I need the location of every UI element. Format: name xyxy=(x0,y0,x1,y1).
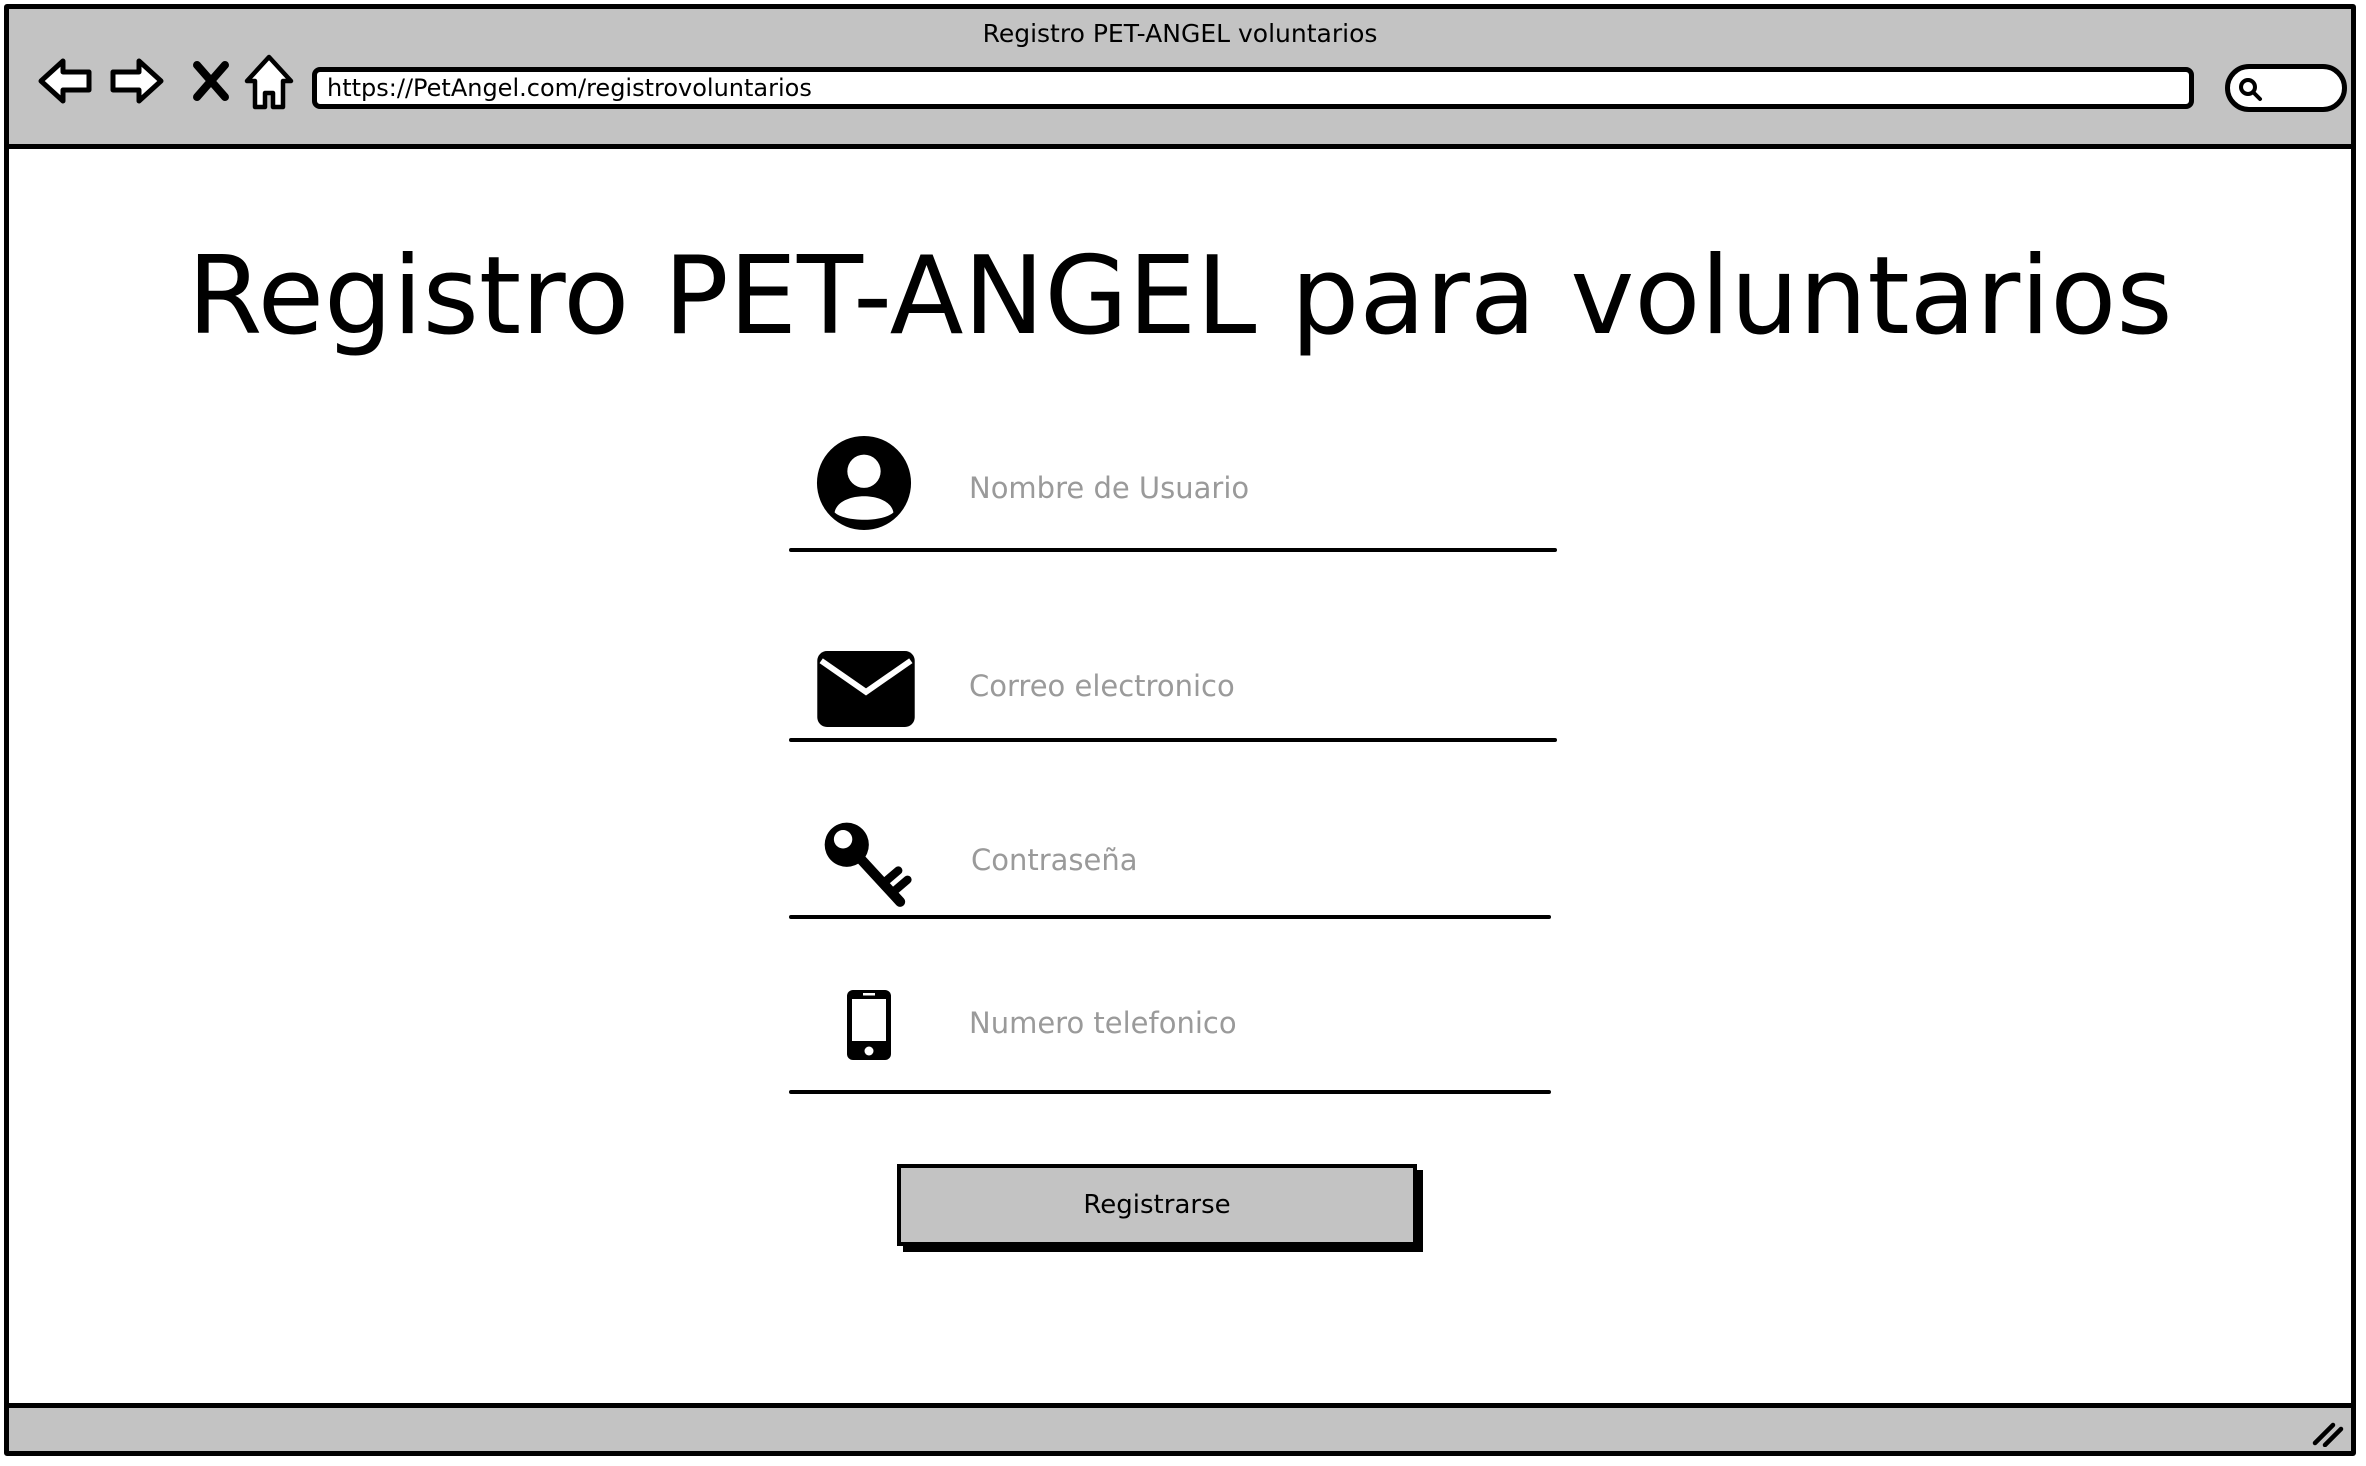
back-arrow-icon[interactable] xyxy=(35,51,95,111)
window-title: Registro PET-ANGEL voluntarios xyxy=(982,19,1378,48)
username-field[interactable]: Nombre de Usuario xyxy=(789,429,1559,559)
email-placeholder: Correo electronico xyxy=(969,669,1235,703)
close-x-icon[interactable] xyxy=(181,51,241,111)
page-title: Registro PET-ANGEL para voluntarios xyxy=(187,234,2173,359)
phone-placeholder: Numero telefonico xyxy=(969,1006,1237,1040)
envelope-icon xyxy=(817,651,915,727)
search-icon xyxy=(2239,78,2262,101)
email-underline xyxy=(789,738,1557,742)
password-placeholder: Contraseña xyxy=(971,843,1138,877)
browser-title-bar: Registro PET-ANGEL voluntarios https://P… xyxy=(9,9,2351,149)
search-box[interactable] xyxy=(2225,64,2347,112)
phone-field[interactable]: Numero telefonico xyxy=(789,984,1559,1099)
password-field[interactable]: Contraseña xyxy=(789,809,1559,924)
username-placeholder: Nombre de Usuario xyxy=(969,471,1250,505)
home-icon[interactable] xyxy=(239,51,299,111)
register-button[interactable]: Registrarse xyxy=(897,1164,1417,1246)
status-bar xyxy=(9,1403,2351,1451)
key-icon xyxy=(821,819,913,911)
browser-window: Registro PET-ANGEL voluntarios https://P… xyxy=(4,4,2356,1456)
url-address-bar[interactable]: https://PetAngel.com/registrovoluntarios xyxy=(312,67,2194,109)
password-underline xyxy=(789,915,1551,919)
resize-grip-icon[interactable] xyxy=(2309,1417,2345,1448)
phone-underline xyxy=(789,1090,1551,1094)
forward-arrow-icon[interactable] xyxy=(107,51,167,111)
username-underline xyxy=(789,548,1557,552)
mobile-phone-icon xyxy=(847,990,891,1060)
email-field[interactable]: Correo electronico xyxy=(789,639,1559,749)
user-avatar-icon xyxy=(815,434,913,532)
